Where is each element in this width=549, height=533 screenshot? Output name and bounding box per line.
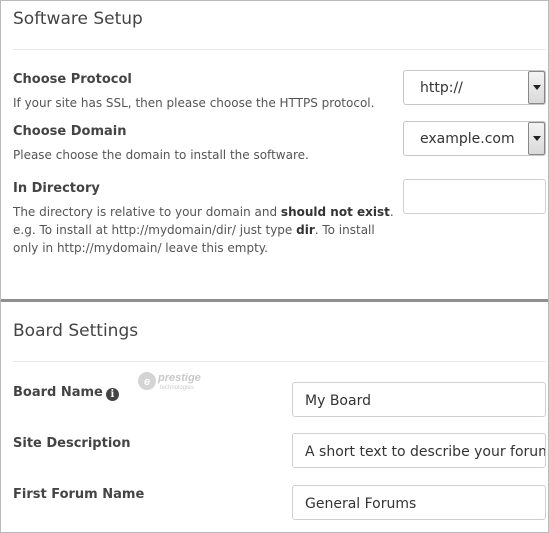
- section-title-software-setup: Software Setup: [13, 9, 143, 29]
- chevron-down-icon: [533, 136, 541, 141]
- chevron-down-icon: [533, 85, 541, 90]
- protocol-label: Choose Protocol: [13, 72, 132, 87]
- protocol-select[interactable]: http://: [403, 70, 546, 105]
- domain-label: Choose Domain: [13, 124, 127, 139]
- board-name-input[interactable]: My Board: [292, 382, 546, 417]
- directory-help-emphasis: dir: [296, 223, 315, 237]
- domain-help: Please choose the domain to install the …: [13, 148, 309, 162]
- svg-text:technologies: technologies: [160, 385, 194, 391]
- domain-select[interactable]: example.com: [403, 121, 546, 156]
- directory-help-text: The directory is relative to your domain…: [13, 205, 281, 219]
- svg-text:e: e: [144, 376, 150, 388]
- domain-select-value: example.com: [420, 131, 515, 147]
- directory-input[interactable]: [403, 179, 546, 214]
- first-forum-name-value: General Forums: [305, 496, 417, 512]
- protocol-dropdown-button[interactable]: [528, 71, 545, 104]
- board-name-value: My Board: [305, 393, 371, 409]
- info-icon[interactable]: i: [105, 388, 119, 401]
- site-description-input[interactable]: A short text to describe your forum: [292, 433, 546, 468]
- domain-dropdown-button[interactable]: [528, 122, 545, 155]
- installer-panel: Software Setup Choose Protocol If your s…: [0, 0, 549, 533]
- site-description-value: A short text to describe your forum: [305, 444, 546, 460]
- prestige-watermark-logo: e prestige technologies: [138, 372, 201, 391]
- divider: [13, 361, 546, 362]
- board-name-label: Board Name i: [13, 385, 119, 401]
- directory-help: The directory is relative to your domain…: [13, 203, 399, 257]
- svg-text:prestige: prestige: [157, 372, 201, 384]
- directory-label: In Directory: [13, 181, 100, 196]
- first-forum-name-input[interactable]: General Forums: [292, 485, 546, 520]
- section-title-board-settings: Board Settings: [13, 321, 139, 341]
- first-forum-name-label: First Forum Name: [13, 487, 145, 502]
- site-description-label: Site Description: [13, 436, 131, 451]
- protocol-select-value: http://: [420, 80, 463, 96]
- directory-help-emphasis: should not exist: [280, 205, 390, 219]
- section-separator: [1, 299, 548, 302]
- divider: [13, 49, 546, 50]
- protocol-help: If your site has SSL, then please choose…: [13, 96, 375, 110]
- board-name-label-text: Board Name: [13, 385, 103, 400]
